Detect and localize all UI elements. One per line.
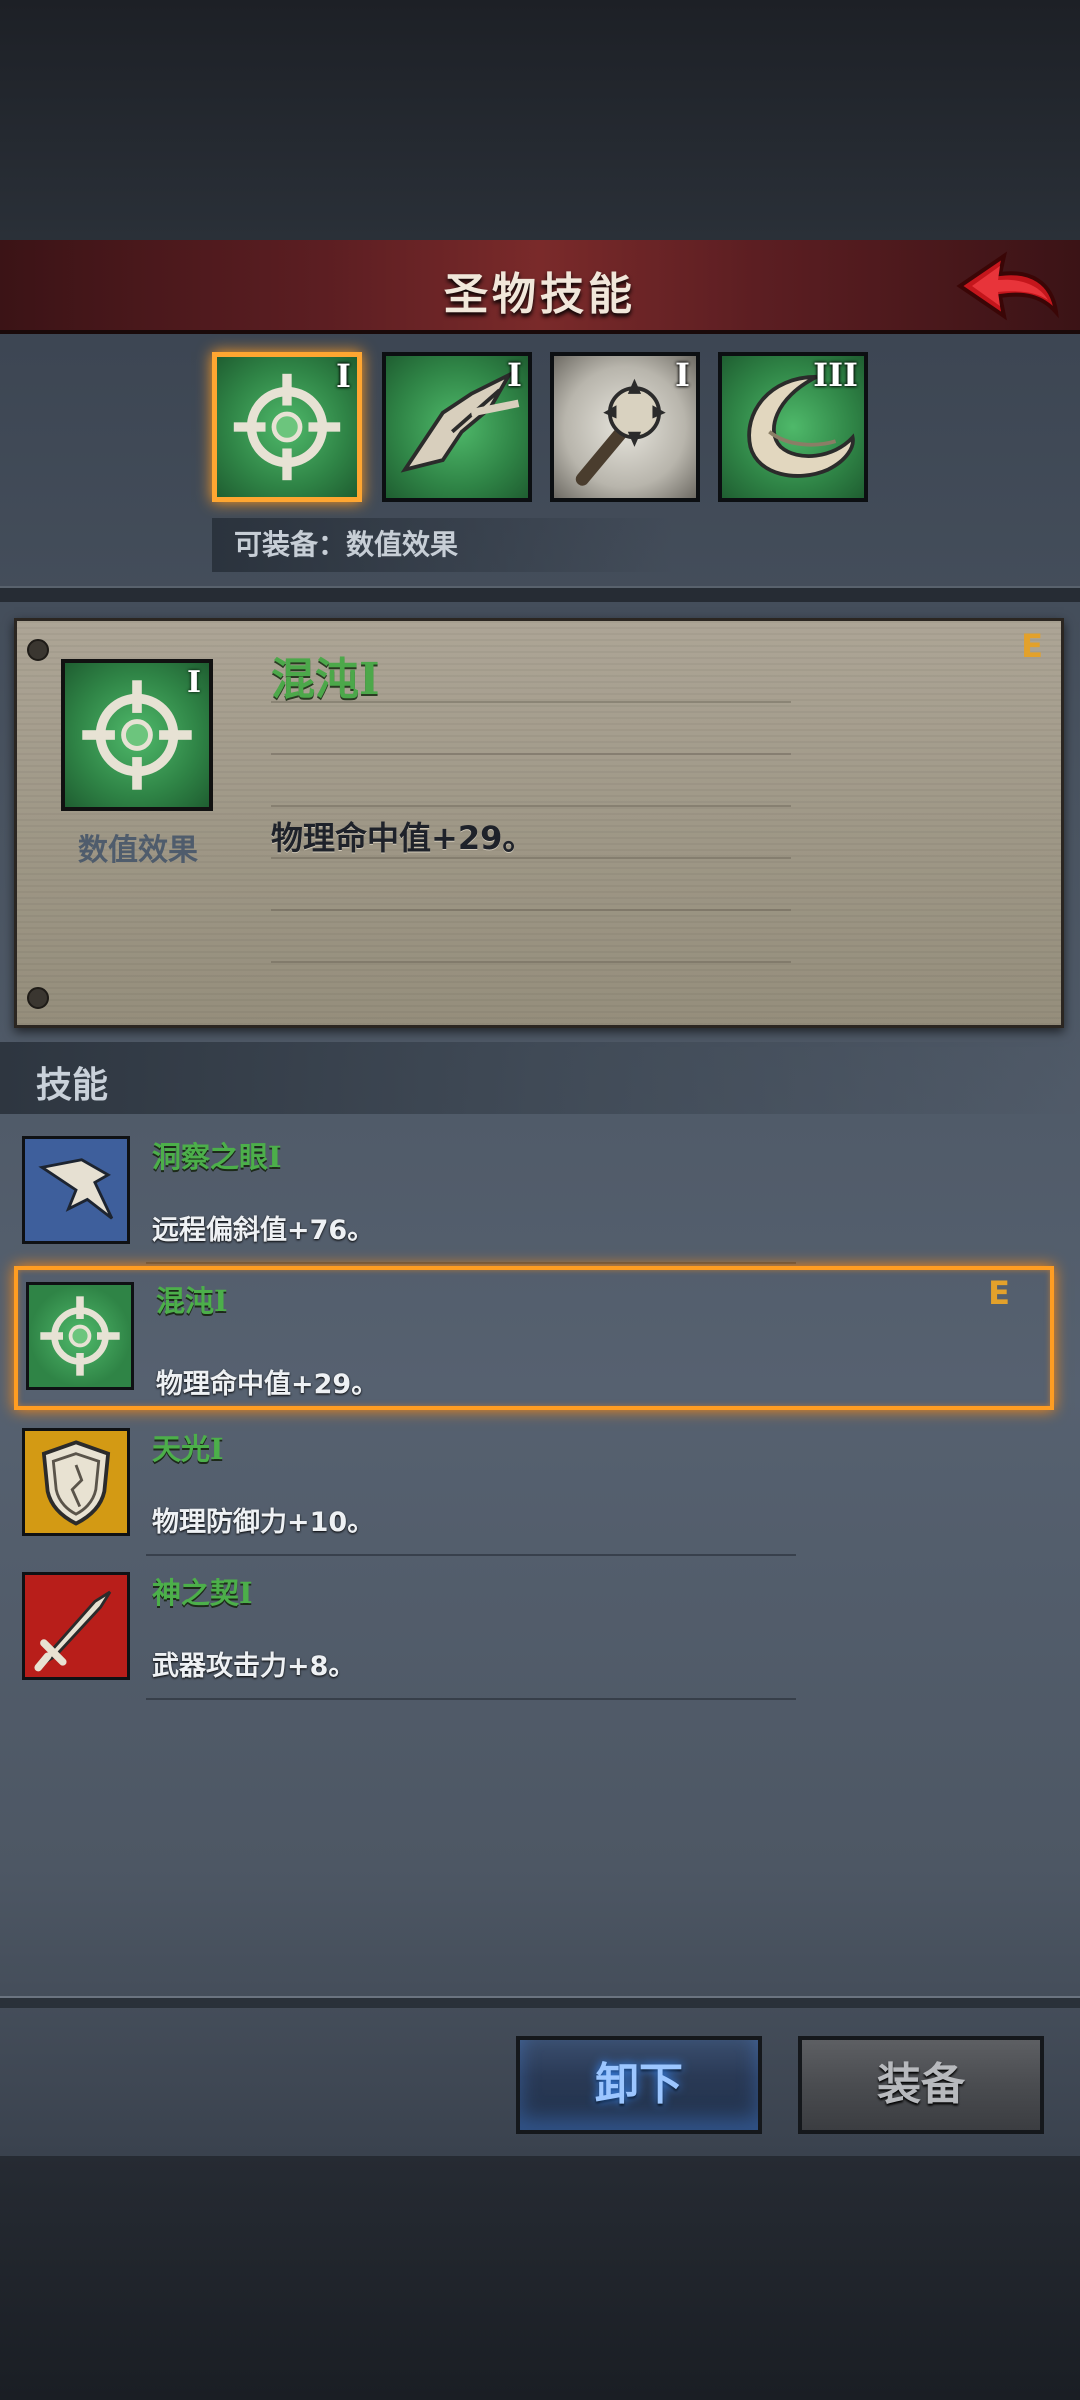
- detail-name-text: 混沌: [271, 654, 359, 705]
- skill-name-text: 神之契: [152, 1576, 240, 1610]
- equipped-badge: E: [988, 1274, 1010, 1312]
- ruled-line: [271, 701, 791, 703]
- relic-slot-2[interactable]: I: [382, 352, 532, 502]
- slot-level: III: [813, 356, 858, 394]
- skill-description: 物理防御力+10。: [152, 1507, 375, 1538]
- row-separator: [146, 1554, 796, 1556]
- ruled-line: [271, 753, 791, 755]
- skill-item-skylight[interactable]: 天光I 物理防御力+10。: [0, 1416, 1080, 1556]
- pin-decoration: [27, 987, 49, 1009]
- skill-icon-box: [22, 1428, 130, 1536]
- relic-slot-4[interactable]: III: [718, 352, 868, 502]
- skill-item-insight-eye[interactable]: 洞察之眼I 远程偏斜值+76。: [0, 1124, 1080, 1264]
- row-separator: [146, 1698, 796, 1700]
- skill-name-text: 洞察之眼: [152, 1140, 269, 1174]
- detail-icon: I: [61, 659, 213, 811]
- skill-name-text: 天光: [152, 1432, 211, 1466]
- skill-icon-box: [26, 1282, 134, 1390]
- skill-name: 神之契I: [152, 1570, 253, 1612]
- row-separator: [146, 1262, 796, 1264]
- back-button[interactable]: [952, 248, 1062, 328]
- slot-level: I: [675, 356, 690, 394]
- bottom-background: [0, 2156, 1080, 2400]
- detail-category: 数值效果: [78, 833, 198, 868]
- slot-level: I: [507, 356, 522, 394]
- skill-description: 武器攻击力+8。: [152, 1651, 356, 1682]
- page-title: 圣物技能: [444, 269, 636, 320]
- skill-item-divine-pact[interactable]: 神之契I 武器攻击力+8。: [0, 1560, 1080, 1700]
- skill-icon-box: [22, 1572, 130, 1680]
- equipped-badge: E: [1021, 627, 1043, 665]
- relic-slot-3[interactable]: I: [550, 352, 700, 502]
- back-arrow-icon: [956, 251, 1059, 321]
- crosshair-icon: [40, 1296, 120, 1376]
- pin-decoration: [27, 639, 49, 661]
- sword-icon: [34, 1590, 112, 1672]
- equip-hint: 可装备：数值效果: [212, 518, 674, 572]
- detail-description: 物理命中值+29。: [271, 819, 535, 857]
- footer-divider: [0, 1996, 1080, 2008]
- relic-slot-1[interactable]: I: [212, 352, 362, 502]
- skill-item-chaos[interactable]: 混沌I 物理命中值+29。 E: [14, 1266, 1054, 1410]
- detail-name-level: I: [359, 654, 380, 705]
- skill-description: 物理命中值+29。: [156, 1369, 379, 1400]
- equip-button[interactable]: 装备: [798, 2036, 1044, 2134]
- skill-icon-box: [22, 1136, 130, 1244]
- divider: [0, 586, 1080, 602]
- section-title: 技能: [36, 1065, 109, 1106]
- skill-level: I: [210, 1432, 224, 1466]
- ruled-line: [271, 805, 791, 807]
- skill-name-text: 混沌: [156, 1284, 215, 1318]
- skill-level: I: [268, 1140, 282, 1174]
- slot-level: I: [336, 357, 351, 395]
- ruled-line: [271, 961, 791, 963]
- hawk-icon: [38, 1158, 114, 1220]
- shield-icon: [41, 1440, 111, 1526]
- skill-name: 洞察之眼I: [152, 1134, 282, 1176]
- ruled-line: [271, 909, 791, 911]
- skill-name: 天光I: [152, 1426, 224, 1468]
- skill-name: 混沌I: [156, 1278, 228, 1320]
- skill-level: I: [239, 1576, 253, 1610]
- unequip-button[interactable]: 卸下: [516, 2036, 762, 2134]
- skills-section-header: 技能: [0, 1042, 1080, 1114]
- skill-description: 远程偏斜值+76。: [152, 1215, 375, 1246]
- detail-name: 混沌I: [271, 643, 380, 707]
- skill-level: I: [214, 1284, 228, 1318]
- title-bar: 圣物技能: [0, 240, 1080, 334]
- top-background: [0, 0, 1080, 240]
- detail-level: I: [186, 665, 201, 700]
- relic-detail-card: I 数值效果 混沌I E 物理命中值+29。: [14, 618, 1064, 1028]
